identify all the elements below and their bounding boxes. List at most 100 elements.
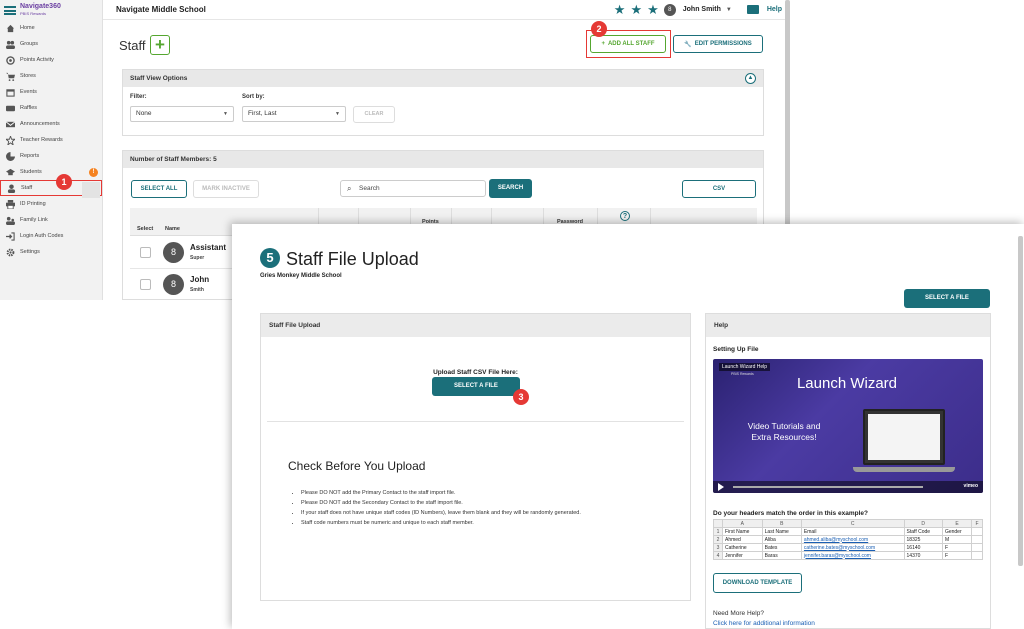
sidebar-item-announcements[interactable]: Announcements	[0, 116, 102, 132]
need-help-label: Need More Help?	[713, 610, 764, 617]
sheet-cell: Email	[800, 527, 905, 536]
scrollbar[interactable]	[785, 0, 790, 230]
sidebar-item-events[interactable]: Events	[0, 84, 102, 100]
clear-button[interactable]: CLEAR	[353, 106, 395, 123]
scrollbar[interactable]	[1018, 236, 1023, 566]
sidebar-item-students[interactable]: Students	[0, 164, 102, 180]
staff-role: Super	[190, 255, 205, 261]
mail-icon[interactable]	[746, 5, 759, 14]
panel-title: Staff File Upload	[261, 314, 690, 337]
avatar: 8	[163, 242, 184, 263]
filter-label: Filter:	[130, 94, 147, 100]
staff-name[interactable]: John	[190, 275, 209, 284]
staff-surname: Smith	[190, 287, 204, 293]
row-checkbox[interactable]	[140, 279, 151, 290]
sidebar-item-reports[interactable]: Reports	[0, 148, 102, 164]
checklist: Please DO NOT add the Primary Contact to…	[293, 488, 581, 528]
sheet-cell: 2	[713, 535, 723, 544]
sidebar-item-label: Stores	[20, 73, 36, 79]
select-all-button[interactable]: SELECT ALL	[131, 180, 187, 198]
play-icon[interactable]	[718, 483, 724, 491]
pie-chart-icon	[5, 151, 15, 161]
collapse-icon[interactable]: ▲	[745, 73, 756, 84]
row-checkbox[interactable]	[140, 247, 151, 258]
sheet-cell	[971, 551, 983, 560]
sidebar-item-label: Students	[20, 169, 42, 175]
select-file-button[interactable]: SELECT A FILE	[432, 377, 520, 396]
star-icon[interactable]: ★	[647, 3, 659, 16]
divider	[267, 421, 684, 422]
sidebar-item-points-activity[interactable]: Points Activity	[0, 52, 102, 68]
sheet-cell: Staff Code	[903, 527, 943, 536]
sheet-cell: Catherine	[722, 543, 763, 552]
sheet-row: 2 Ahmed Aliba ahmed.aliba@myschool.com 18325…	[713, 535, 983, 544]
help-link[interactable]: Help	[767, 6, 782, 13]
sidebar-item-stores[interactable]: Stores	[0, 68, 102, 84]
table-row[interactable]: 8 Assistant Super	[130, 237, 235, 269]
example-spreadsheet: A B C D E F 1 First Name Last Name Email Staff Cod…	[713, 519, 983, 560]
filter-select[interactable]: None ▼	[130, 106, 234, 122]
sheet-cell: catherine.bates@myschool.com	[800, 543, 905, 552]
ticket-icon	[5, 104, 15, 113]
sidebar-item-label: Announcements	[20, 121, 60, 127]
mail-icon	[5, 120, 15, 129]
staff-name[interactable]: Assistant	[190, 243, 226, 252]
video-player[interactable]: Launch Wizard Help PBIS Rewards Launch W…	[713, 359, 983, 493]
mark-inactive-button[interactable]: MARK INACTIVE	[193, 180, 259, 198]
home-icon	[5, 24, 15, 33]
menu-icon[interactable]	[4, 5, 16, 15]
select-file-top-button[interactable]: SELECT A FILE	[904, 289, 990, 308]
sidebar-item-family-link[interactable]: Family Link	[0, 212, 102, 228]
page-title: Staff	[119, 38, 146, 53]
video-title: Launch Wizard	[796, 375, 898, 392]
search-input[interactable]: ⌕ Search	[340, 180, 486, 197]
sidebar-item-raffles[interactable]: Raffles	[0, 100, 102, 116]
groups-icon	[5, 40, 15, 49]
help-icon[interactable]: ?	[620, 211, 630, 221]
vimeo-logo[interactable]: vimeo	[964, 483, 978, 489]
add-staff-button[interactable]: +	[150, 35, 170, 55]
chevron-down-icon: ▼	[223, 111, 228, 117]
star-icon[interactable]: ★	[630, 3, 642, 16]
video-progress[interactable]	[733, 486, 923, 488]
sidebar-item-label: Staff	[21, 185, 33, 191]
sidebar-item-id-printing[interactable]: ID Printing	[0, 196, 102, 212]
sort-select[interactable]: First, Last ▼	[242, 106, 346, 122]
sheet-cell	[971, 535, 983, 544]
step-marker-3: 3	[513, 389, 529, 405]
sheet-cell: M	[941, 535, 973, 544]
sidebar-item-settings[interactable]: Settings	[0, 244, 102, 260]
chevron-down-icon: ▼	[335, 111, 340, 117]
chevron-down-icon[interactable]: ▼	[726, 7, 732, 13]
school-name: Navigate Middle School	[116, 5, 206, 14]
students-alert-badge: !	[89, 168, 98, 177]
sheet-col-header	[713, 519, 723, 528]
table-row[interactable]: 8 John Smith	[130, 269, 235, 300]
sidebar-item-groups[interactable]: Groups	[0, 36, 102, 52]
download-template-button[interactable]: DOWNLOAD TEMPLATE	[713, 573, 802, 593]
search-icon: ⌕	[347, 184, 352, 193]
app-logo[interactable]: Navigate360 PBIS Rewards	[0, 0, 102, 20]
page-title: Staff File Upload	[286, 249, 419, 269]
upload-label: Upload Staff CSV File Here:	[433, 369, 518, 376]
list-item: Please DO NOT add the Secondary Contact …	[301, 498, 581, 508]
login-icon	[5, 231, 15, 241]
help-info-link[interactable]: Click here for additional information	[713, 620, 815, 627]
sidebar-item-teacher-rewards[interactable]: Teacher Rewards	[0, 132, 102, 148]
user-name[interactable]: John Smith	[683, 6, 721, 13]
panel-title: Staff View Options	[130, 75, 188, 82]
add-all-staff-button[interactable]: + ADD ALL STAFF	[590, 35, 666, 53]
edit-permissions-button[interactable]: 🔧 EDIT PERMISSIONS	[673, 35, 763, 53]
sidebar-item-login-auth-codes[interactable]: Login Auth Codes	[0, 228, 102, 244]
video-controls: vimeo	[713, 481, 983, 493]
user-avatar[interactable]: 8	[663, 3, 676, 16]
active-highlight	[82, 182, 100, 198]
video-chip: Launch Wizard Help	[719, 363, 771, 371]
csv-button[interactable]: CSV	[682, 180, 756, 198]
star-icon[interactable]: ★	[614, 3, 626, 16]
points-activity-icon	[5, 55, 15, 65]
search-button[interactable]: SEARCH	[489, 179, 532, 198]
sidebar-item-home[interactable]: Home	[0, 20, 102, 36]
sheet-cell: ahmed.aliba@myschool.com	[800, 535, 905, 544]
sheet-cell: 4	[713, 551, 723, 560]
